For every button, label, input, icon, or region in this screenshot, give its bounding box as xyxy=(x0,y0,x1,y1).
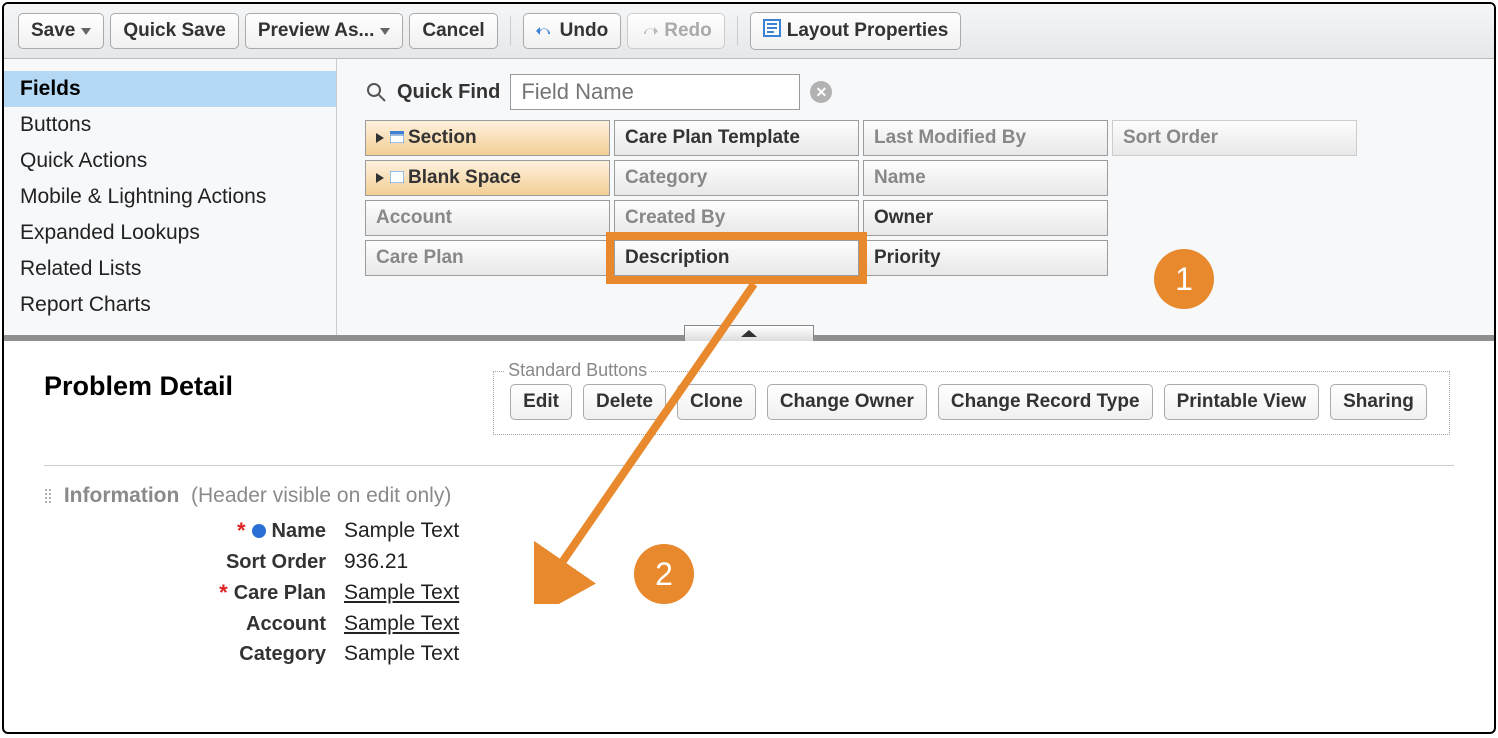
redo-label: Redo xyxy=(664,20,712,42)
std-btn-change-owner[interactable]: Change Owner xyxy=(767,384,927,420)
required-icon: * xyxy=(219,580,228,606)
clear-icon[interactable]: ✕ xyxy=(810,81,832,103)
std-btn-change-record-type[interactable]: Change Record Type xyxy=(938,384,1153,420)
field-grid: Section Care Plan Template Last Modified… xyxy=(365,120,1476,276)
field-label: Section xyxy=(408,127,477,149)
standard-buttons-fieldset: Standard Buttons Edit Delete Clone Chang… xyxy=(493,371,1450,435)
sidebar-item-buttons[interactable]: Buttons xyxy=(4,107,336,143)
canvas-header: Problem Detail Standard Buttons Edit Del… xyxy=(44,371,1454,435)
field-label: Category xyxy=(44,643,344,666)
field-row-care-plan[interactable]: * Care Plan Sample Text xyxy=(44,580,1454,606)
palette-field-care-plan-template[interactable]: Care Plan Template xyxy=(614,120,859,156)
std-btn-clone[interactable]: Clone xyxy=(677,384,756,420)
sidebar-item-related-lists[interactable]: Related Lists xyxy=(4,251,336,287)
undo-button[interactable]: Undo xyxy=(523,13,622,49)
palette-field-created-by[interactable]: Created By xyxy=(614,200,859,236)
palette-field-description[interactable]: Description xyxy=(614,240,859,276)
sidebar-item-expanded-lookups[interactable]: Expanded Lookups xyxy=(4,215,336,251)
field-value: Sample Text xyxy=(344,519,459,543)
section-subtitle: (Header visible on edit only) xyxy=(191,484,451,507)
caret-down-icon xyxy=(81,28,91,35)
palette-field-section[interactable]: Section xyxy=(365,120,610,156)
caret-down-icon xyxy=(380,28,390,35)
palette-field-owner[interactable]: Owner xyxy=(863,200,1108,236)
palette-field-sort-order[interactable]: Sort Order xyxy=(1112,120,1357,156)
section-block-icon xyxy=(390,127,404,149)
section-arrow-icon xyxy=(376,167,386,189)
quick-find-input[interactable] xyxy=(510,74,800,110)
layout-props-label: Layout Properties xyxy=(787,20,949,42)
preview-as-label: Preview As... xyxy=(258,20,375,42)
save-button[interactable]: Save xyxy=(18,13,104,49)
section-title: Information xyxy=(64,484,180,507)
palette-field-name[interactable]: Name xyxy=(863,160,1108,196)
sidebar-item-quick-actions[interactable]: Quick Actions xyxy=(4,143,336,179)
field-label: * Name xyxy=(44,518,344,544)
quick-save-button[interactable]: Quick Save xyxy=(110,13,238,49)
field-label: * Care Plan xyxy=(44,580,344,606)
field-row-account[interactable]: Account Sample Text xyxy=(44,612,1454,636)
palette-field-priority[interactable]: Priority xyxy=(863,240,1108,276)
preview-as-button[interactable]: Preview As... xyxy=(245,13,404,49)
redo-button[interactable]: Redo xyxy=(627,13,725,49)
field-value: Sample Text xyxy=(344,642,459,666)
save-label: Save xyxy=(31,20,75,42)
caret-up-icon xyxy=(741,330,757,337)
std-btn-delete[interactable]: Delete xyxy=(583,384,666,420)
layout-properties-button[interactable]: Layout Properties xyxy=(750,12,962,50)
toolbar-separator xyxy=(737,16,738,46)
palette-field-care-plan[interactable]: Care Plan xyxy=(365,240,610,276)
std-btn-sharing[interactable]: Sharing xyxy=(1330,384,1427,420)
page-title: Problem Detail xyxy=(44,371,233,402)
section-header[interactable]: Information (Header visible on edit only… xyxy=(44,484,1454,508)
sidebar-item-mobile-lightning[interactable]: Mobile & Lightning Actions xyxy=(4,179,336,215)
sidebar-item-report-charts[interactable]: Report Charts xyxy=(4,287,336,323)
field-value: Sample Text xyxy=(344,612,459,636)
field-label: Blank Space xyxy=(408,167,521,189)
palette-sidebar: Fields Buttons Quick Actions Mobile & Li… xyxy=(4,59,337,335)
redo-icon xyxy=(640,24,658,38)
always-on-layout-icon xyxy=(252,524,266,538)
layout-canvas: Problem Detail Standard Buttons Edit Del… xyxy=(4,341,1494,702)
sidebar-item-fields[interactable]: Fields xyxy=(4,71,336,107)
std-btn-edit[interactable]: Edit xyxy=(510,384,572,420)
undo-icon xyxy=(536,24,554,38)
palette-fields-area: Quick Find ✕ Section Care Plan Template … xyxy=(337,59,1494,335)
standard-buttons-legend: Standard Buttons xyxy=(504,360,651,381)
std-btn-printable-view[interactable]: Printable View xyxy=(1164,384,1320,420)
search-icon xyxy=(365,81,387,103)
field-row-name[interactable]: * Name Sample Text xyxy=(44,518,1454,544)
toolbar-separator xyxy=(510,16,511,46)
palette-field-blank-space[interactable]: Blank Space xyxy=(365,160,610,196)
properties-icon xyxy=(763,19,781,43)
section-arrow-icon xyxy=(376,127,386,149)
collapse-palette-handle[interactable] xyxy=(684,325,814,341)
palette-field-category[interactable]: Category xyxy=(614,160,859,196)
quick-find-label: Quick Find xyxy=(397,81,500,104)
canvas-divider xyxy=(44,465,1454,466)
field-value: 936.21 xyxy=(344,550,408,574)
section-fields: * Name Sample Text Sort Order 936.21 * C… xyxy=(44,518,1454,666)
grip-icon xyxy=(44,488,52,504)
blank-block-icon xyxy=(390,167,404,189)
toolbar: Save Quick Save Preview As... Cancel Und… xyxy=(4,4,1494,59)
annotation-callout-1: 1 xyxy=(1154,249,1214,309)
cancel-button[interactable]: Cancel xyxy=(409,13,497,49)
palette-field-last-modified-by[interactable]: Last Modified By xyxy=(863,120,1108,156)
field-row-category[interactable]: Category Sample Text xyxy=(44,642,1454,666)
required-icon: * xyxy=(237,518,246,544)
field-label: Sort Order xyxy=(44,551,344,574)
field-value: Sample Text xyxy=(344,581,459,605)
field-row-sort-order[interactable]: Sort Order 936.21 xyxy=(44,550,1454,574)
quick-find-row: Quick Find ✕ xyxy=(365,74,1476,110)
palette-field-account[interactable]: Account xyxy=(365,200,610,236)
palette: Fields Buttons Quick Actions Mobile & Li… xyxy=(4,59,1494,341)
field-label: Account xyxy=(44,613,344,636)
undo-label: Undo xyxy=(560,20,609,42)
annotation-callout-2: 2 xyxy=(634,544,694,604)
